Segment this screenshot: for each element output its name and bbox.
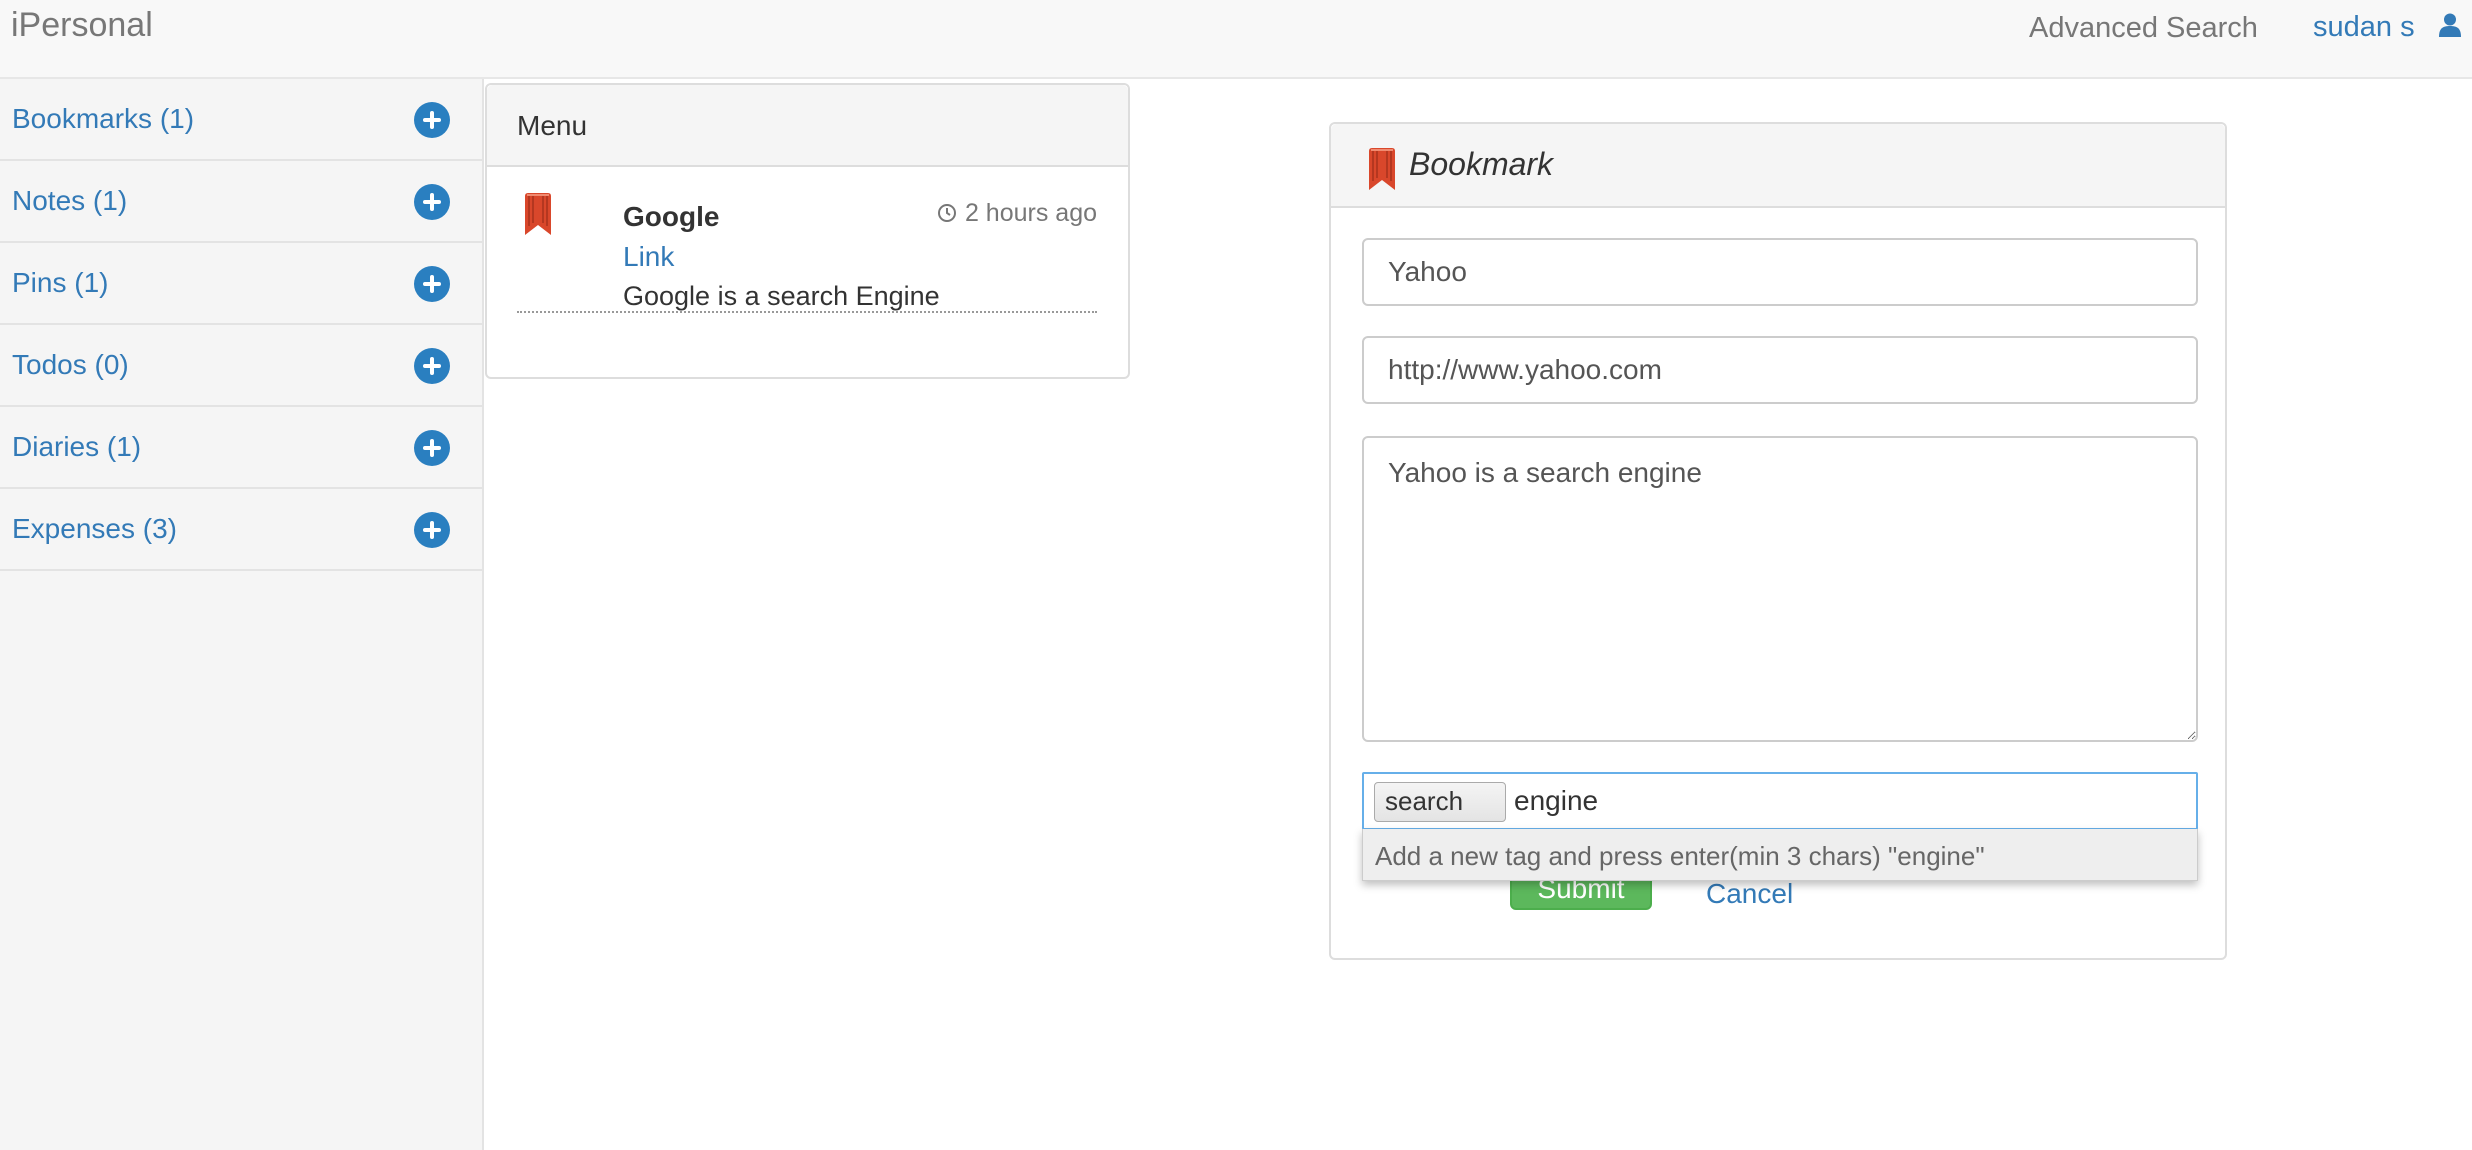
bookmark-name-input[interactable] [1362, 238, 2198, 306]
cancel-link[interactable]: Cancel [1706, 878, 1793, 910]
sidebar-item-diaries[interactable]: Diaries (1) [0, 407, 482, 489]
tag-input[interactable] [1514, 780, 2114, 822]
menu-heading: Menu [487, 85, 1128, 167]
sidebar-item-expenses[interactable]: Expenses (3) [0, 489, 482, 571]
add-todo-icon[interactable] [414, 348, 450, 384]
sidebar-item-pins[interactable]: Pins (1) [0, 243, 482, 325]
sidebar-item-todos[interactable]: Todos (0) [0, 325, 482, 407]
tag-input-box[interactable]: search [1362, 772, 2198, 830]
bookmark-form-panel: Bookmark Yahoo is a search engine search… [1329, 122, 2227, 960]
bookmark-icon [1367, 148, 1397, 195]
form-title: Bookmark [1409, 146, 1554, 182]
bookmark-description-textarea[interactable]: Yahoo is a search engine [1362, 436, 2198, 742]
brand-logo[interactable]: iPersonal [11, 6, 153, 45]
entry-timestamp: 2 hours ago [937, 199, 1097, 228]
entry-time-text: 2 hours ago [964, 199, 1097, 227]
sidebar-item-bookmarks[interactable]: Bookmarks (1) [0, 79, 482, 161]
sidebar-item-label[interactable]: Todos (0) [12, 349, 129, 381]
entry-description: Google is a search Engine [623, 281, 940, 311]
add-diary-icon[interactable] [414, 430, 450, 466]
sidebar-item-label[interactable]: Expenses (3) [12, 513, 177, 545]
add-pin-icon[interactable] [414, 266, 450, 302]
form-heading: Bookmark [1331, 124, 2225, 208]
entry-link[interactable]: Link [623, 241, 674, 273]
menu-panel: Menu Google 2 hours ago Link Google is a… [485, 83, 1130, 379]
tag-suggestion-dropdown[interactable]: Add a new tag and press enter(min 3 char… [1362, 829, 2198, 881]
sidebar-item-label[interactable]: Pins (1) [12, 267, 108, 299]
user-icon [2438, 12, 2461, 45]
bookmark-url-input[interactable] [1362, 336, 2198, 404]
add-expense-icon[interactable] [414, 512, 450, 548]
user-name: sudan s [2313, 11, 2415, 43]
sidebar-item-label[interactable]: Bookmarks (1) [12, 103, 194, 135]
entry-title: Google [623, 201, 720, 232]
sidebar-item-notes[interactable]: Notes (1) [0, 161, 482, 243]
tag-chip[interactable]: search [1374, 782, 1506, 822]
user-menu[interactable]: sudan s [2313, 11, 2472, 45]
sidebar: Bookmarks (1) Notes (1) Pins (1) Todos (… [0, 79, 484, 1150]
sidebar-item-label[interactable]: Diaries (1) [12, 431, 141, 463]
sidebar-item-label[interactable]: Notes (1) [12, 185, 127, 217]
bookmark-icon [523, 193, 553, 240]
top-navbar: iPersonal Advanced Search sudan s [0, 0, 2472, 79]
add-bookmark-icon[interactable] [414, 102, 450, 138]
list-item: Google 2 hours ago Link Google is a sear… [517, 183, 1097, 313]
clock-icon [937, 204, 956, 222]
advanced-search-link[interactable]: Advanced Search [2029, 12, 2258, 45]
add-note-icon[interactable] [414, 184, 450, 220]
